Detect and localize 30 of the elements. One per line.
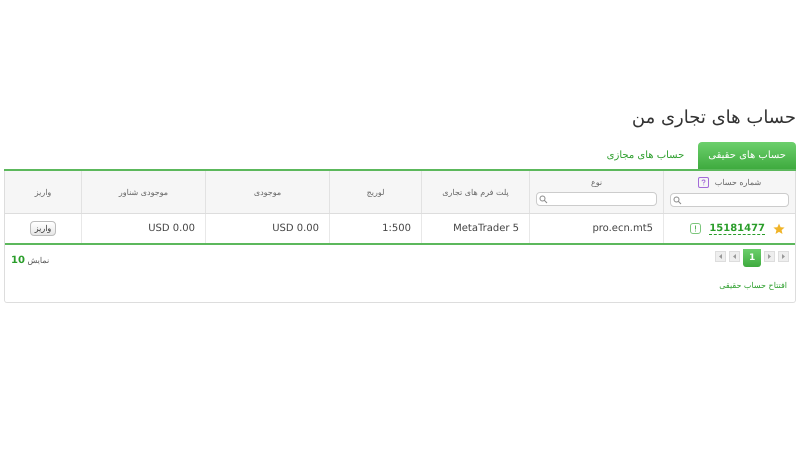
column-header: موجودی <box>254 188 282 196</box>
column-header: پلت فرم های تجاری <box>442 188 509 196</box>
filter-field[interactable] <box>536 192 657 206</box>
table-cell: 1:500 <box>329 214 421 243</box>
star-icon[interactable] <box>773 222 785 234</box>
page-title: حساب های تجاری من <box>630 106 796 130</box>
table-cell: USD 0.00 <box>205 214 329 243</box>
filter-field[interactable] <box>670 193 789 207</box>
search-icon <box>539 194 548 204</box>
column-header: موجودی شناور <box>118 188 168 196</box>
previous-page-icon[interactable] <box>729 251 740 262</box>
column-header: واریز <box>34 188 52 196</box>
account-number-link[interactable]: 15181477 <box>709 222 765 234</box>
next-page-icon[interactable] <box>764 251 775 262</box>
tab[interactable]: حساب های مجازی <box>596 142 694 169</box>
search-icon <box>673 196 682 204</box>
info-icon[interactable] <box>690 223 702 234</box>
page-button[interactable]: 1 <box>743 249 761 267</box>
column-header: نوع <box>590 178 602 187</box>
first-page-icon[interactable] <box>715 251 726 262</box>
column-header: لوریج <box>366 188 384 196</box>
table-cell: pro.ecn.mt5 <box>529 214 663 243</box>
column-header: شماره حساب <box>714 178 762 187</box>
open-account-link[interactable]: افتتاح حساب حقیقی <box>711 271 795 302</box>
last-page-icon[interactable] <box>778 251 789 262</box>
table-cell: USD 0.00 <box>81 214 205 243</box>
table-cell: MetaTrader 5 <box>421 214 529 243</box>
tab[interactable]: حساب های حقیقی <box>698 142 796 169</box>
help-icon[interactable] <box>698 177 709 188</box>
deposit-button[interactable]: واریز <box>30 221 56 236</box>
